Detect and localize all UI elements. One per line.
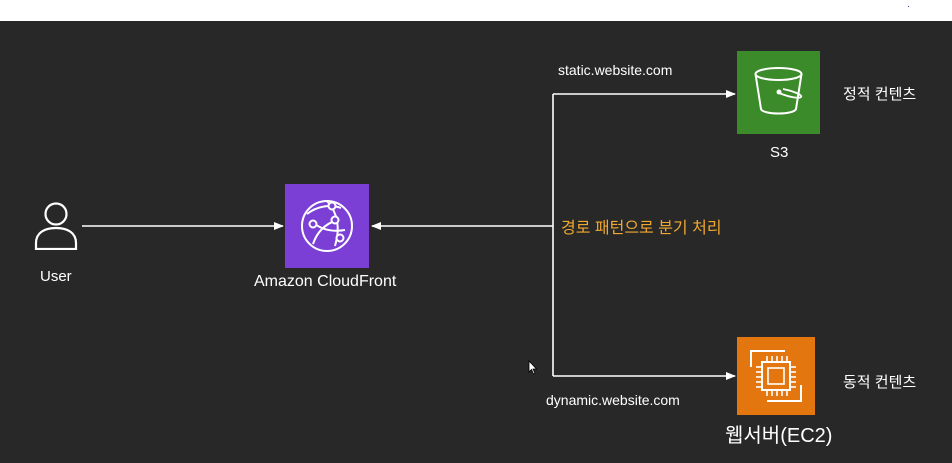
cloudfront-icon [301, 200, 353, 252]
static-content-label: 정적 컨텐츠 [843, 86, 917, 103]
ec2-label: 웹서버(EC2) [725, 425, 833, 447]
cloudfront-node [285, 184, 369, 268]
s3-label: S3 [770, 144, 789, 161]
static-domain-label: static.website.com [558, 62, 673, 78]
user-label: User [40, 268, 72, 285]
user-icon [34, 202, 78, 250]
diagram-canvas: User Amazon CloudFront static.website.co… [0, 21, 952, 463]
top-bar: . [0, 0, 952, 21]
s3-bucket-icon [754, 67, 803, 115]
dynamic-domain-label: dynamic.website.com [546, 392, 680, 408]
ec2-node [737, 337, 815, 415]
dynamic-content-label: 동적 컨텐츠 [843, 374, 917, 391]
cloudfront-label: Amazon CloudFront [254, 273, 397, 290]
ec2-chip-icon [750, 350, 802, 402]
routing-label: 경로 패턴으로 분기 처리 [561, 220, 722, 237]
s3-node [737, 51, 820, 134]
mouse-cursor-icon [528, 360, 538, 375]
top-dot: . [907, 0, 910, 10]
